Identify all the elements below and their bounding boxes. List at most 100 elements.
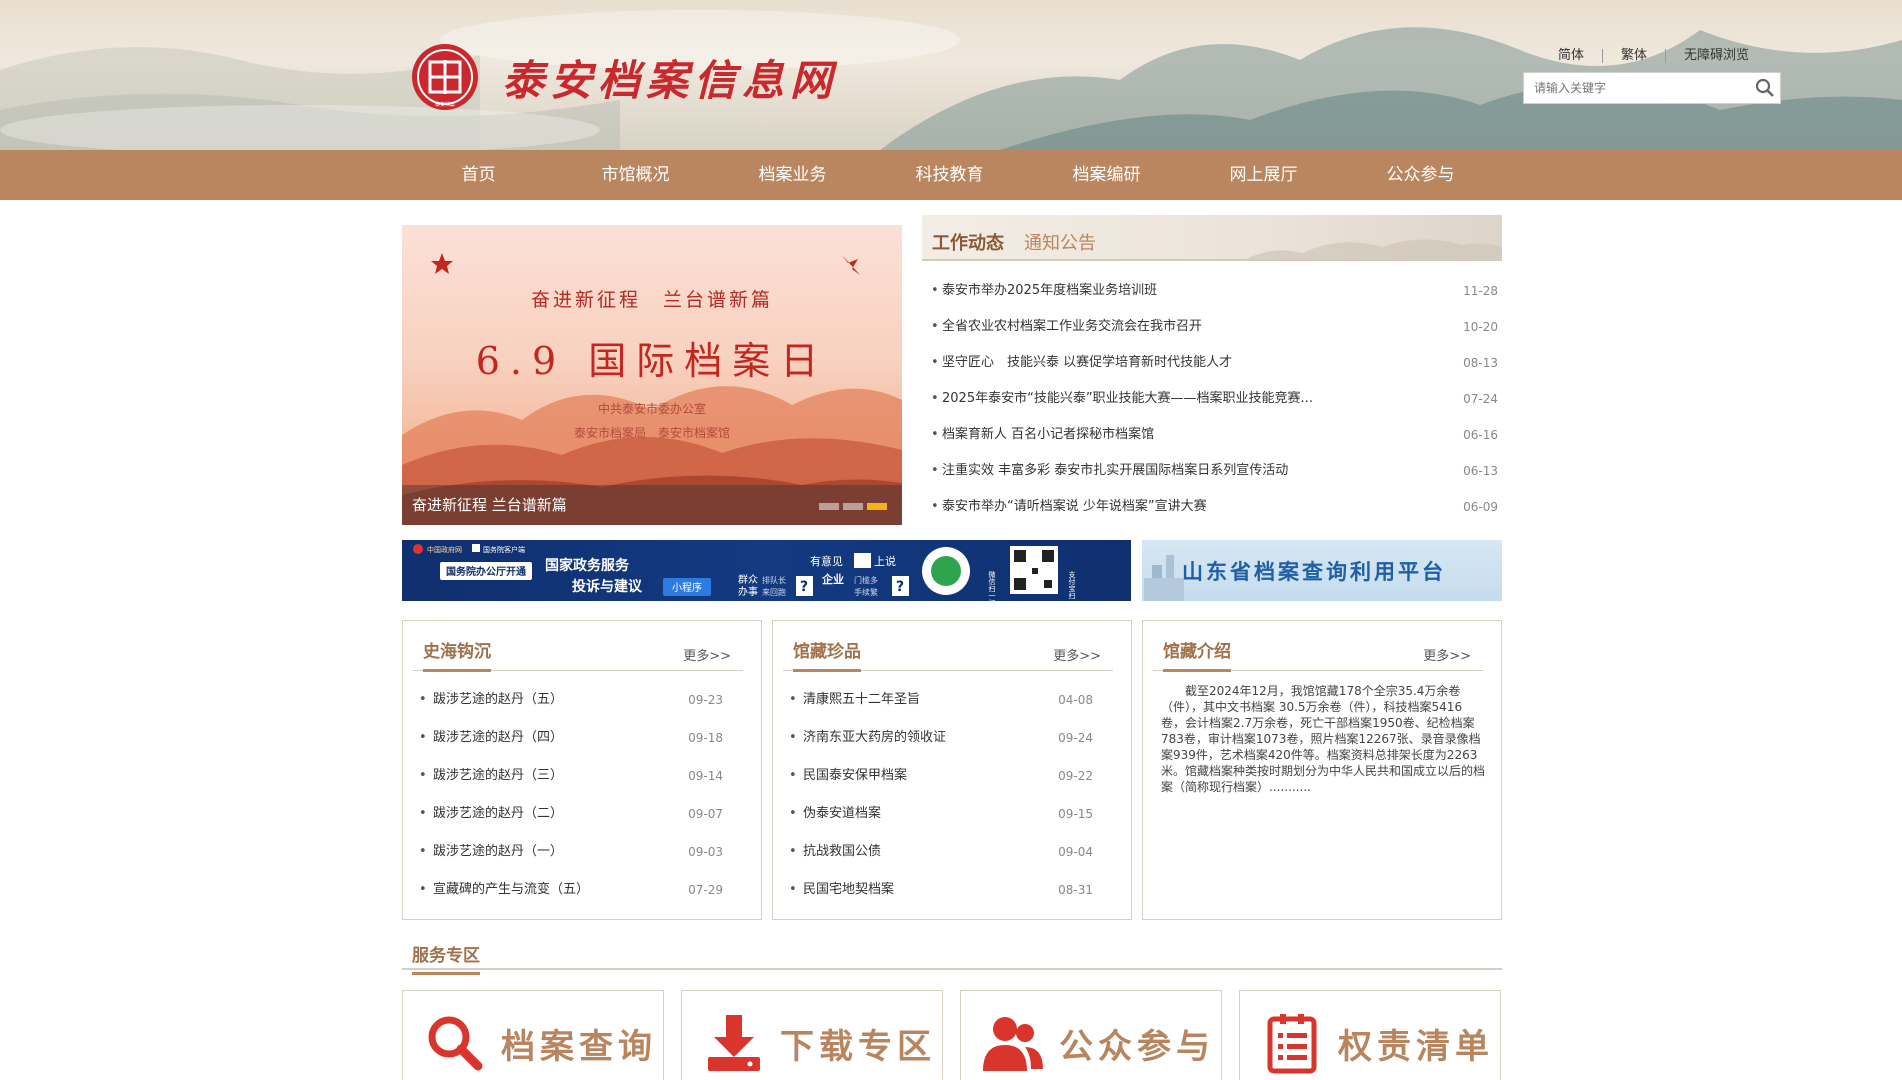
svg-text:有意见: 有意见 <box>810 554 843 568</box>
archive-query-button[interactable]: 档案查询 <box>402 990 664 1080</box>
more-link[interactable]: 更多>> <box>1053 645 1101 664</box>
svg-text:投诉与建议: 投诉与建议 <box>572 578 643 595</box>
tab-mountain-decoration <box>1246 239 1502 259</box>
tab-work-news[interactable]: 工作动态 <box>932 229 1004 259</box>
service-title: 服务专区 <box>412 941 480 975</box>
carousel-dots <box>819 503 887 510</box>
svg-text:门槛多: 门槛多 <box>854 575 878 585</box>
public-participation-button[interactable]: 公众参与 <box>960 990 1222 1080</box>
traditional-link[interactable]: 繁体 <box>1601 49 1665 63</box>
list-item[interactable]: 2025年泰安市“技能兴泰”职业技能大赛——档案职业技能竞赛...07-24 <box>922 381 1502 417</box>
list-item[interactable]: 民国泰安保甲档案09-22 <box>783 757 1113 795</box>
service-label: 权责清单 <box>1338 1027 1494 1067</box>
nav-participation[interactable]: 公众参与 <box>1342 150 1499 200</box>
download-zone-button[interactable]: 下载专区 <box>681 990 943 1080</box>
list-item[interactable]: 伪泰安道档案09-15 <box>783 795 1113 833</box>
box-title: 史海钩沉 <box>423 637 491 672</box>
search-icon <box>428 1016 483 1071</box>
history-list: 跋涉艺途的赵丹（五）09-23 跋涉艺途的赵丹（四）09-18 跋涉艺途的赵丹（… <box>413 681 743 909</box>
svg-text:群众: 群众 <box>738 573 758 586</box>
checklist-icon <box>1267 1014 1317 1074</box>
nav-research[interactable]: 档案编研 <box>1028 150 1185 200</box>
list-item[interactable]: 跋涉艺途的赵丹（五）09-23 <box>413 681 743 719</box>
search-input[interactable] <box>1524 74 1750 102</box>
nav-overview[interactable]: 市馆概况 <box>557 150 714 200</box>
search-icon[interactable] <box>1750 73 1780 103</box>
svg-text:?: ? <box>800 579 808 595</box>
service-header: 服务专区 <box>402 935 1502 975</box>
list-item[interactable]: 泰安市举办“请听档案说 少年说档案”宣讲大赛06-09 <box>922 489 1502 525</box>
site-logo[interactable]: 泰安档案 泰安档案信息网 <box>410 42 838 112</box>
carousel-subtitle: 奋进新征程 兰台谱新篇 <box>530 289 773 311</box>
box-header: 馆藏珍品 更多>> <box>783 621 1113 672</box>
service-label: 下载专区 <box>780 1027 936 1067</box>
collection-intro-text: 截至2024年12月，我馆馆藏178个全宗35.4万余卷（件），其中文书档案 3… <box>1161 684 1486 794</box>
list-item[interactable]: 跋涉艺途的赵丹（三）09-14 <box>413 757 743 795</box>
svg-text:企业: 企业 <box>821 572 844 586</box>
service-label: 公众参与 <box>1059 1027 1215 1067</box>
carousel-org-line: 中共泰安市委办公室 <box>597 402 706 416</box>
box-header: 馆藏介绍 更多>> <box>1153 621 1483 672</box>
svg-text:微信扫一扫: 微信扫一扫 <box>988 570 996 601</box>
search-box <box>1523 72 1781 104</box>
more-link[interactable]: 更多>> <box>683 645 731 664</box>
box-header: 史海钩沉 更多>> <box>413 621 743 672</box>
gov-banner-artwork: 中国政府网 国务院客户端 国务院办公厅开通 国家政务服务 投诉与建议 小程序 有… <box>413 544 1076 601</box>
list-item[interactable]: 济南东亚大药房的领收证09-24 <box>783 719 1113 757</box>
users-icon <box>983 1017 1043 1071</box>
svg-text:支付宝扫一扫: 支付宝扫一扫 <box>1068 570 1076 601</box>
archive-seal-icon: 泰安档案 <box>412 44 478 110</box>
responsibility-list-button[interactable]: 权责清单 <box>1239 990 1501 1080</box>
carousel-dot[interactable] <box>819 503 839 510</box>
simplified-link[interactable]: 简体 <box>1540 49 1602 63</box>
treasures-box: 馆藏珍品 更多>> 清康熙五十二年圣旨04-08 济南东亚大药房的领收证09-2… <box>772 620 1132 920</box>
svg-text:国务院办公厅开通: 国务院办公厅开通 <box>446 565 526 578</box>
list-item[interactable]: 注重实效 丰富多彩 泰安市扎实开展国际档案日系列宣传活动06-13 <box>922 453 1502 489</box>
more-link[interactable]: 更多>> <box>1423 645 1471 664</box>
svg-text:中国政府网: 中国政府网 <box>427 545 462 554</box>
svg-text:上说: 上说 <box>874 554 896 568</box>
nav-education[interactable]: 科技教育 <box>871 150 1028 200</box>
news-list: 泰安市举办2025年度档案业务培训班11-28 全省农业农村档案工作业务交流会在… <box>922 273 1502 525</box>
svg-text:排队长: 排队长 <box>762 575 786 585</box>
tab-notices[interactable]: 通知公告 <box>1024 229 1096 255</box>
collection-intro-box: 馆藏介绍 更多>> 截至2024年12月，我馆馆藏178个全宗35.4万余卷（件… <box>1142 620 1502 920</box>
site-title: 泰安档案信息网 <box>502 55 839 105</box>
site-header: 泰安档案 泰安档案信息网 简体 繁体 无障碍浏览 <box>0 0 1902 150</box>
svg-text:来回跑: 来回跑 <box>762 588 786 597</box>
svg-text:小程序: 小程序 <box>672 581 702 594</box>
nav-business[interactable]: 档案业务 <box>714 150 871 200</box>
shandong-archive-label: 山东省档案查询利用平台 <box>1182 560 1446 584</box>
news-panel: 工作动态 通知公告 泰安市举办2025年度档案业务培训班11-28 全省农业农村… <box>922 215 1502 525</box>
list-item[interactable]: 民国宅地契档案08-31 <box>783 871 1113 909</box>
svg-text:国务院客户端: 国务院客户端 <box>483 545 525 554</box>
shandong-archive-banner[interactable]: 山东省档案查询利用平台 <box>1142 540 1502 601</box>
list-item[interactable]: 跋涉艺途的赵丹（二）09-07 <box>413 795 743 833</box>
list-item[interactable]: 泰安市举办2025年度档案业务培训班11-28 <box>922 273 1502 309</box>
accessibility-link[interactable]: 无障碍浏览 <box>1664 49 1767 63</box>
nav-exhibition[interactable]: 网上展厅 <box>1185 150 1342 200</box>
list-item[interactable]: 宣藏碑的产生与流变（五）07-29 <box>413 871 743 909</box>
svg-text:国家政务服务: 国家政务服务 <box>545 557 630 574</box>
box-title: 馆藏介绍 <box>1163 637 1231 672</box>
history-box: 史海钩沉 更多>> 跋涉艺途的赵丹（五）09-23 跋涉艺途的赵丹（四）09-1… <box>402 620 762 920</box>
main-nav: 首页 市馆概况 档案业务 科技教育 档案编研 网上展厅 公众参与 <box>0 150 1902 200</box>
svg-text:泰安档案: 泰安档案 <box>435 101 455 108</box>
gov-service-banner[interactable]: 中国政府网 国务院客户端 国务院办公厅开通 国家政务服务 投诉与建议 小程序 有… <box>402 540 1131 601</box>
svg-text:手续繁: 手续繁 <box>854 587 878 597</box>
service-label: 档案查询 <box>501 1027 657 1067</box>
list-item[interactable]: 坚守匠心 技能兴泰 以赛促学培育新时代技能人才08-13 <box>922 345 1502 381</box>
list-item[interactable]: 清康熙五十二年圣旨04-08 <box>783 681 1113 719</box>
list-item[interactable]: 全省农业农村档案工作业务交流会在我市召开10-20 <box>922 309 1502 345</box>
list-item[interactable]: 跋涉艺途的赵丹（四）09-18 <box>413 719 743 757</box>
image-carousel[interactable]: 奋进新征程 兰台谱新篇 6.9 国际档案日 中共泰安市委办公室 泰安市档案局 泰… <box>402 225 902 525</box>
nav-home[interactable]: 首页 <box>400 150 557 200</box>
svg-text:办事: 办事 <box>738 585 758 598</box>
treasures-list: 清康熙五十二年圣旨04-08 济南东亚大药房的领收证09-24 民国泰安保甲档案… <box>783 681 1113 909</box>
list-item[interactable]: 跋涉艺途的赵丹（一）09-03 <box>413 833 743 871</box>
carousel-dot[interactable] <box>843 503 863 510</box>
list-item[interactable]: 抗战救国公债09-04 <box>783 833 1113 871</box>
box-title: 馆藏珍品 <box>793 637 861 672</box>
list-item[interactable]: 档案育新人 百名小记者探秘市档案馆06-16 <box>922 417 1502 453</box>
carousel-dot-active[interactable] <box>867 503 887 510</box>
